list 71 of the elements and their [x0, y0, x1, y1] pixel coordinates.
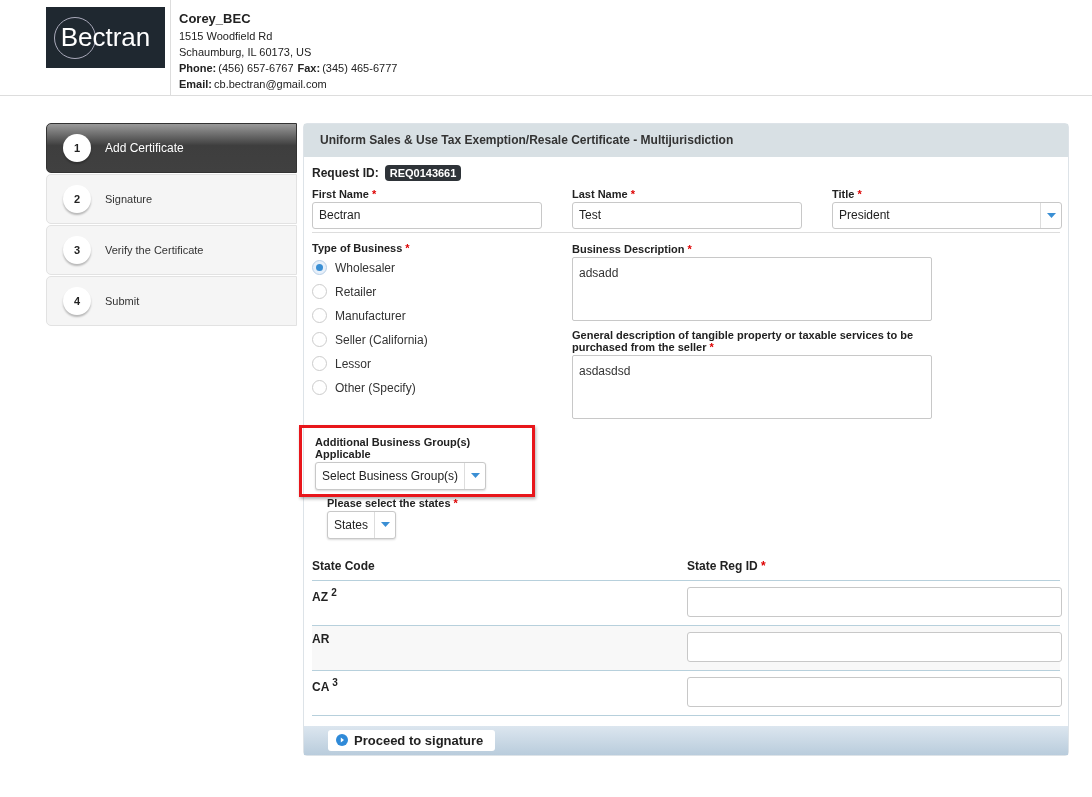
state-code: CA $^{3}$ — [312, 679, 338, 694]
text-input-field[interactable] — [687, 676, 1062, 707]
required-mark: * — [857, 187, 862, 200]
phone-number: (456) 657-6767 — [218, 62, 294, 74]
proceed-button[interactable]: Proceed to signature — [328, 729, 496, 751]
wizard-step[interactable]: 2 Signature — [46, 174, 297, 224]
radio-button[interactable] — [312, 284, 327, 300]
fax-number: (345) 465-6777 — [322, 62, 398, 74]
play-circle-icon — [336, 734, 348, 747]
step-label: Add Certificate — [105, 141, 184, 155]
radio-option[interactable]: Manufacturer — [312, 303, 572, 328]
text-area-field[interactable]: adsadd — [572, 256, 932, 321]
caret-icon — [470, 473, 480, 479]
radio-button[interactable] — [312, 356, 327, 372]
field-label: First Name — [312, 187, 369, 200]
text-input-field[interactable]: Test — [572, 201, 802, 229]
caret-icon — [380, 522, 390, 528]
email-label: Email: — [179, 78, 212, 90]
step-number: 1 — [63, 134, 91, 162]
radio-button[interactable] — [312, 332, 327, 348]
company-logo: Bectran — [46, 7, 165, 68]
form-title: Uniform Sales & Use Tax Exemption/Resale Certificate - Multijurisdiction — [320, 133, 734, 148]
required-mark: * — [405, 241, 410, 254]
field-label: Business Description * — [572, 242, 692, 255]
state-code: AZ $^{2}$ — [312, 589, 337, 604]
text-input-field[interactable]: Bectran — [312, 201, 542, 229]
field-label: Last Name — [572, 187, 628, 200]
field-label: Type of Business — [312, 241, 403, 254]
wizard-step[interactable]: 1 Add Certificate — [46, 123, 297, 173]
company-name: Corey_BEC — [179, 10, 252, 28]
required-mark: * — [453, 496, 458, 509]
column-header: State Reg ID — [687, 558, 758, 573]
radio-option[interactable]: Other (Specify) — [312, 375, 572, 400]
field-label: Please select the states — [327, 496, 451, 509]
radio-option[interactable]: Wholesaler — [312, 255, 572, 280]
radio-option[interactable]: Retailer — [312, 279, 572, 304]
request-id-label: Request ID: — [312, 165, 379, 180]
dropdown-field[interactable]: Select Business Group(s) — [315, 461, 487, 490]
request-id-badge: REQ0143661 — [384, 164, 462, 181]
step-number: 4 — [63, 287, 91, 315]
wizard-step[interactable]: 4 Submit — [46, 276, 297, 326]
radio-button[interactable] — [312, 260, 327, 276]
step-number: 3 — [63, 236, 91, 264]
address-line: 1515 Woodfield Rd — [179, 29, 274, 44]
radio-option[interactable]: Seller (California) — [312, 327, 572, 352]
caret-icon — [1046, 212, 1056, 218]
field-label: Title — [832, 187, 855, 200]
step-label: Verify the Certificate — [105, 244, 204, 256]
email-address: cb.bectran@gmail.com — [214, 78, 327, 90]
step-label: Signature — [105, 193, 153, 205]
step-label: Submit — [105, 295, 140, 307]
state-code: AR — [312, 631, 330, 646]
fax-label: Fax: — [297, 62, 321, 74]
step-number: 2 — [63, 185, 91, 213]
required-mark: * — [630, 187, 635, 200]
phone-label: Phone: — [179, 62, 217, 74]
dropdown-field[interactable]: States — [327, 510, 397, 539]
text-input-field[interactable] — [687, 631, 1062, 662]
field-label: General description of tangible property or taxable services to be purchased from the seller * — [572, 328, 914, 353]
field-label: Additional Business Group(s) Applicable — [315, 435, 471, 460]
text-input-field[interactable] — [687, 586, 1062, 617]
address-line: Schaumburg, IL 60173, US — [179, 45, 313, 60]
dropdown-field[interactable]: President — [832, 201, 1062, 229]
required-mark: * — [371, 187, 377, 200]
wizard-step[interactable]: 3 Verify the Certificate — [46, 225, 297, 275]
text-area-field[interactable]: asdasdsd — [572, 354, 932, 419]
column-header: State Code — [312, 558, 375, 573]
radio-button[interactable] — [312, 380, 327, 396]
radio-button[interactable] — [312, 308, 327, 324]
required-mark: * — [761, 558, 766, 573]
radio-option[interactable]: Lessor — [312, 351, 572, 376]
